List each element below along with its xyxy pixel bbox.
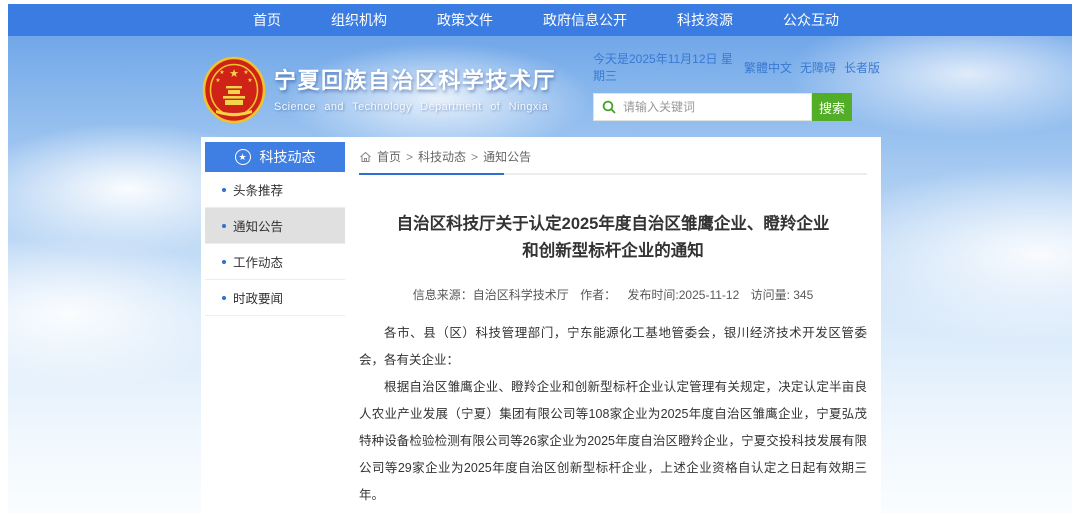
search-bar: 搜索 — [593, 93, 880, 121]
today-date: 今天是2025年11月12日 星期三 — [593, 50, 744, 84]
sidebar-item-current-politics[interactable]: 时政要闻 — [205, 280, 345, 316]
sidebar-header: ★ 科技动态 — [205, 142, 345, 172]
svg-text:★: ★ — [247, 77, 252, 84]
bullet-dot-icon — [222, 296, 226, 300]
traditional-chinese-link[interactable]: 繁體中文 — [744, 59, 792, 76]
circled-star-icon: ★ — [235, 149, 251, 165]
breadcrumb-tech-news[interactable]: 科技动态 — [418, 148, 466, 165]
article-title: 自治区科技厅关于认定2025年度自治区雏鹰企业、瞪羚企业 和创新型标杆企业的通知 — [359, 211, 867, 265]
elder-version-link[interactable]: 长者版 — [844, 59, 880, 76]
sidebar-item-headline-recommend[interactable]: 头条推荐 — [205, 172, 345, 208]
meta-author: 作者： — [580, 288, 616, 302]
sidebar-title: 科技动态 — [260, 147, 316, 167]
header-utility: 今天是2025年11月12日 星期三 繁體中文 无障碍 长者版 — [593, 50, 880, 121]
nav-item-home[interactable]: 首页 — [253, 10, 281, 30]
content-card: ★ 科技动态 头条推荐 通知公告 工作动态 时政要闻 — [201, 137, 881, 513]
nav-item-public-interaction[interactable]: 公众互动 — [783, 10, 839, 30]
page: 首页 组织机构 政策文件 政府信息公开 科技资源 公众互动 ★ ★ ★ ★ ★ — [0, 0, 1080, 513]
breadcrumb-home[interactable]: 首页 — [377, 148, 401, 165]
nav-item-policy-documents[interactable]: 政策文件 — [437, 10, 493, 30]
breadcrumb: 首页 > 科技动态 > 通知公告 — [359, 148, 867, 165]
meta-visits: 访问量: 345 — [751, 288, 814, 302]
nav-item-organization[interactable]: 组织机构 — [331, 10, 387, 30]
article-panel: 首页 > 科技动态 > 通知公告 自治区科技厅关于认定2025年度自治区雏鹰企业… — [359, 137, 867, 513]
search-icon — [602, 100, 616, 114]
meta-source: 信息来源：自治区科学技术厅 — [413, 288, 569, 302]
utility-links: 繁體中文 无障碍 长者版 — [744, 59, 880, 76]
nav-item-tech-resources[interactable]: 科技资源 — [677, 10, 733, 30]
article-body: 各市、县（区）科技管理部门，宁东能源化工基地管委会，银川经济技术开发区管委会，各… — [359, 320, 867, 509]
sidebar-item-notices[interactable]: 通知公告 — [205, 208, 345, 244]
meta-publish-time: 发布时间:2025-11-12 — [627, 288, 739, 302]
site-identity: 宁夏回族自治区科学技术厅 Science and Technology Depa… — [274, 63, 556, 113]
bullet-dot-icon — [222, 188, 226, 192]
paragraph: 根据自治区雏鹰企业、瞪羚企业和创新型标杆企业认定管理有关规定，决定认定半亩良人农… — [359, 374, 867, 509]
breadcrumb-notices[interactable]: 通知公告 — [483, 148, 531, 165]
svg-text:★: ★ — [219, 69, 224, 76]
svg-text:★: ★ — [229, 68, 239, 80]
top-navigation: 首页 组织机构 政策文件 政府信息公开 科技资源 公众互动 — [8, 4, 1072, 36]
site-subtitle-en: Science and Technology Department of Nin… — [274, 101, 556, 113]
breadcrumb-divider — [359, 173, 867, 175]
site-title: 宁夏回族自治区科学技术厅 — [274, 63, 556, 95]
accessibility-link[interactable]: 无障碍 — [800, 59, 836, 76]
bullet-dot-icon — [222, 260, 226, 264]
svg-text:★: ★ — [215, 77, 220, 84]
national-emblem-logo: ★ ★ ★ ★ ★ — [202, 56, 266, 124]
article-meta: 信息来源：自治区科学技术厅 作者： 发布时间:2025-11-12 访问量: 3… — [359, 286, 867, 303]
masthead: ★ ★ ★ ★ ★ 宁夏回族自治区科学技术厅 Science and Techn… — [0, 36, 1080, 137]
svg-text:★: ★ — [243, 69, 248, 76]
sidebar: ★ 科技动态 头条推荐 通知公告 工作动态 时政要闻 — [205, 142, 345, 316]
sidebar-item-work-dynamics[interactable]: 工作动态 — [205, 244, 345, 280]
home-icon — [359, 151, 372, 163]
search-button[interactable]: 搜索 — [812, 93, 852, 121]
search-input[interactable] — [623, 100, 788, 114]
nav-item-gov-info-disclosure[interactable]: 政府信息公开 — [543, 10, 627, 30]
bullet-dot-icon — [222, 224, 226, 228]
paragraph: 各市、县（区）科技管理部门，宁东能源化工基地管委会，银川经济技术开发区管委会，各… — [359, 320, 867, 374]
